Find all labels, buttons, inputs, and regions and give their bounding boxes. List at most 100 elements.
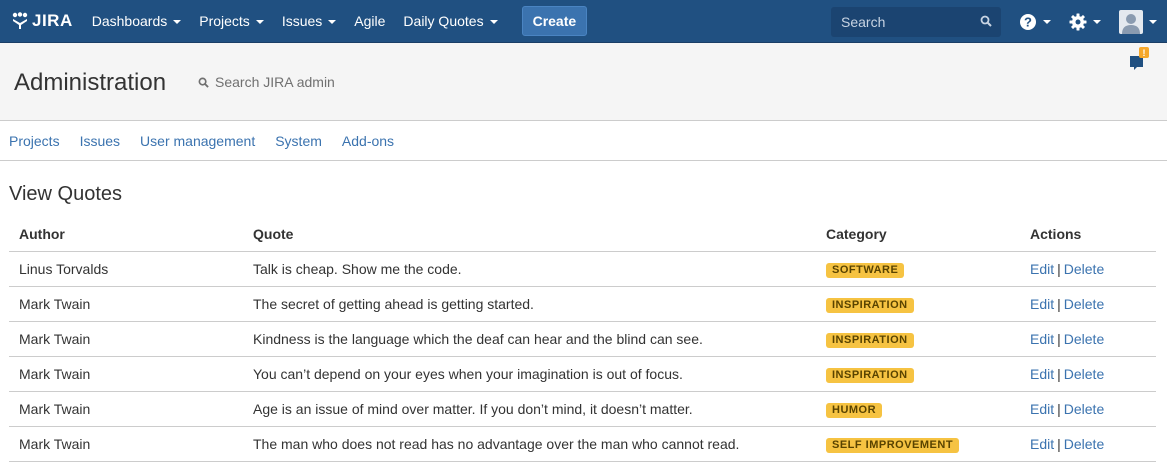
nav-dashboards[interactable]: Dashboards <box>83 0 191 43</box>
table-row: Linus Torvalds Talk is cheap. Show me the… <box>9 251 1156 287</box>
edit-link[interactable]: Edit <box>1030 261 1054 277</box>
jira-logo[interactable]: JIRA <box>0 0 83 43</box>
category-cell: INSPIRATION <box>816 321 1020 357</box>
author-cell: Mark Twain <box>9 426 243 462</box>
category-lozenge: INSPIRATION <box>826 297 914 313</box>
delete-link[interactable]: Delete <box>1064 366 1104 382</box>
quote-cell: The secret of getting ahead is getting s… <box>243 286 816 322</box>
create-button[interactable]: Create <box>521 6 588 36</box>
quick-search <box>831 7 1001 37</box>
author-cell: Mark Twain <box>9 356 243 392</box>
category-lozenge: SOFTWARE <box>826 262 905 278</box>
table-row: Mark Twain The secret of getting ahead is… <box>9 286 1156 322</box>
tab-user-management[interactable]: User management <box>140 133 255 149</box>
actions-cell: Edit | Delete <box>1020 391 1156 427</box>
tab-add-ons[interactable]: Add-ons <box>342 133 394 149</box>
main-content: View Quotes Author Quote Category Action… <box>0 183 1167 462</box>
author-cell: Mark Twain <box>9 321 243 357</box>
nav-agile[interactable]: Agile <box>345 0 394 43</box>
admin-search-label: Search JIRA admin <box>215 74 335 90</box>
author-cell: Mark Twain <box>9 391 243 427</box>
chevron-down-icon <box>1093 20 1101 24</box>
delete-link[interactable]: Delete <box>1064 296 1104 312</box>
user-menu[interactable] <box>1119 0 1157 43</box>
chevron-down-icon <box>255 19 264 24</box>
category-cell: SELF IMPROVEMENT <box>816 426 1020 462</box>
nav-issues-label: Issues <box>281 13 323 29</box>
table-row: Mark Twain The man who does not read has … <box>9 426 1156 462</box>
category-lozenge: SELF IMPROVEMENT <box>826 437 960 453</box>
top-navigation-bar: JIRA Dashboards Projects Issues Agile Da… <box>0 0 1167 43</box>
category-lozenge: INSPIRATION <box>826 367 914 383</box>
quote-cell: Kindness is the language which the deaf … <box>243 321 816 357</box>
author-cell: Mark Twain <box>9 286 243 322</box>
category-cell: SOFTWARE <box>816 251 1020 287</box>
nav-projects-label: Projects <box>199 13 250 29</box>
tab-system[interactable]: System <box>275 133 322 149</box>
action-separator: | <box>1057 260 1061 277</box>
help-menu[interactable]: ? <box>1019 0 1051 43</box>
actions-cell: Edit | Delete <box>1020 356 1156 392</box>
page-title: View Quotes <box>9 183 123 205</box>
jira-logo-icon <box>12 12 28 29</box>
table-row: Mark Twain You can’t depend on your eyes … <box>9 356 1156 392</box>
category-cell: INSPIRATION <box>816 356 1020 392</box>
actions-cell: Edit | Delete <box>1020 321 1156 357</box>
nav-projects[interactable]: Projects <box>190 0 273 43</box>
admin-tabs: Projects Issues User management System A… <box>0 121 1167 161</box>
chevron-down-icon <box>489 19 498 24</box>
edit-link[interactable]: Edit <box>1030 366 1054 382</box>
category-cell: INSPIRATION <box>816 286 1020 322</box>
column-header-author: Author <box>9 217 243 252</box>
actions-cell: Edit | Delete <box>1020 251 1156 287</box>
quote-cell: You can’t depend on your eyes when your … <box>243 356 816 392</box>
settings-menu[interactable] <box>1069 0 1101 43</box>
quote-cell: Age is an issue of mind over matter. If … <box>243 391 816 427</box>
settings-icon <box>1069 13 1087 30</box>
edit-link[interactable]: Edit <box>1030 401 1054 417</box>
tab-issues[interactable]: Issues <box>80 133 120 149</box>
tab-projects[interactable]: Projects <box>9 133 60 149</box>
edit-link[interactable]: Edit <box>1030 436 1054 452</box>
search-icon[interactable] <box>980 15 992 27</box>
action-separator: | <box>1057 330 1061 347</box>
delete-link[interactable]: Delete <box>1064 261 1104 277</box>
column-header-actions: Actions <box>1020 217 1156 252</box>
quotes-table: Author Quote Category Actions Linus Torv… <box>9 217 1156 462</box>
column-header-quote: Quote <box>243 217 816 252</box>
nav-dashboards-label: Dashboards <box>91 13 168 29</box>
admin-header: Administration Search JIRA admin ! <box>0 43 1167 121</box>
chevron-down-icon <box>1043 20 1051 24</box>
actions-cell: Edit | Delete <box>1020 286 1156 322</box>
edit-link[interactable]: Edit <box>1030 296 1054 312</box>
help-icon: ? <box>1020 13 1036 30</box>
nav-daily-quotes[interactable]: Daily Quotes <box>394 0 506 43</box>
action-separator: | <box>1057 400 1061 417</box>
chevron-down-icon <box>1149 20 1157 24</box>
delete-link[interactable]: Delete <box>1064 401 1104 417</box>
admin-search[interactable]: Search JIRA admin <box>198 74 335 90</box>
table-header-row: Author Quote Category Actions <box>9 217 1156 252</box>
nav-agile-label: Agile <box>354 13 386 29</box>
edit-link[interactable]: Edit <box>1030 331 1054 347</box>
actions-cell: Edit | Delete <box>1020 426 1156 462</box>
table-row: Mark Twain Age is an issue of mind over m… <box>9 391 1156 427</box>
logo-text: JIRA <box>32 11 73 30</box>
table-row: Mark Twain Kindness is the language which… <box>9 321 1156 357</box>
search-icon <box>198 77 209 88</box>
column-header-category: Category <box>816 217 1020 252</box>
feedback-icon: ! <box>1130 47 1149 70</box>
user-avatar-icon <box>1119 9 1143 34</box>
delete-link[interactable]: Delete <box>1064 436 1104 452</box>
category-lozenge: INSPIRATION <box>826 332 914 348</box>
action-separator: | <box>1057 435 1061 452</box>
notification-badge: ! <box>1143 48 1146 58</box>
nav-issues[interactable]: Issues <box>273 0 345 43</box>
quick-search-input[interactable] <box>841 14 971 30</box>
action-separator: | <box>1057 295 1061 312</box>
nav-daily-quotes-label: Daily Quotes <box>403 13 484 29</box>
admin-title: Administration <box>14 69 167 96</box>
chevron-down-icon <box>328 19 337 24</box>
delete-link[interactable]: Delete <box>1064 331 1104 347</box>
quote-cell: Talk is cheap. Show me the code. <box>243 251 816 287</box>
